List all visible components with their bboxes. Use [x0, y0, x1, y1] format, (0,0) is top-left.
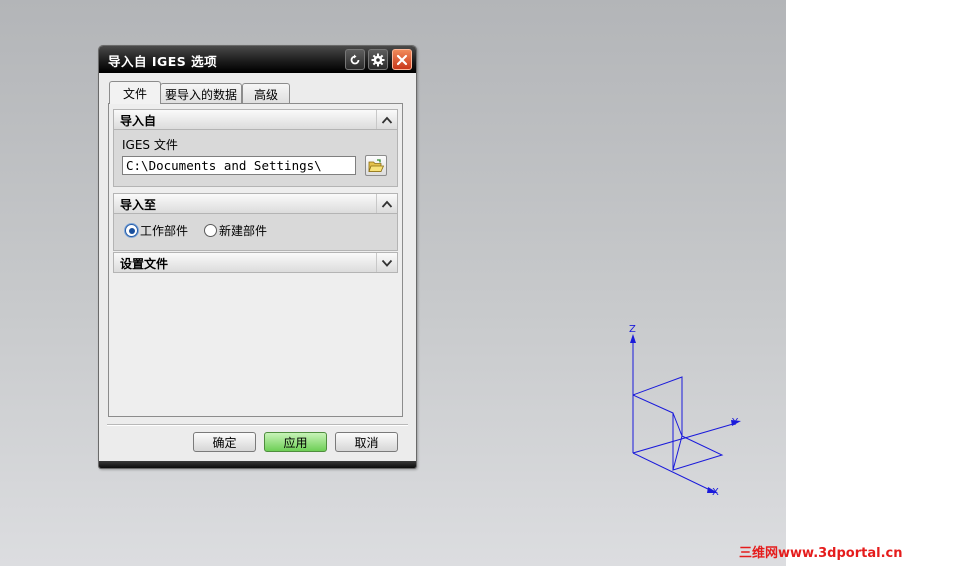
close-button[interactable]: [392, 49, 412, 70]
radio-new-part[interactable]: 新建部件: [204, 222, 267, 239]
chevron-up-icon: [381, 200, 393, 208]
tab-data-label: 要导入的数据: [164, 87, 237, 102]
y-axis-label: Y: [731, 417, 739, 428]
radio-work-part-button[interactable]: [125, 224, 138, 237]
settings-file-title: 设置文件: [120, 257, 169, 271]
collapse-import-from[interactable]: [376, 110, 397, 129]
import-to-title: 导入至: [120, 198, 157, 212]
reset-icon: [350, 54, 360, 64]
chevron-down-icon: [381, 259, 393, 267]
reset-button[interactable]: [345, 49, 365, 70]
tab-advanced[interactable]: 高级: [242, 83, 290, 104]
tab-data-to-import[interactable]: 要导入的数据: [160, 83, 242, 104]
ok-button[interactable]: 确定: [193, 432, 256, 452]
radio-new-part-button[interactable]: [204, 224, 217, 237]
collapse-import-to[interactable]: [376, 194, 397, 213]
radio-work-part-label: 工作部件: [140, 224, 189, 238]
file-tab-panel: 导入自 IGES 文件 C:\Documents and Settings\ 导…: [108, 103, 403, 417]
dialog-title: 导入自 IGES 选项: [108, 54, 218, 69]
import-from-title: 导入自: [120, 114, 157, 128]
radio-work-part[interactable]: 工作部件: [125, 222, 188, 239]
iges-file-path-input[interactable]: C:\Documents and Settings\: [122, 156, 356, 175]
import-iges-dialog: 导入自 IGES 选项 文件 要导入的数据 高级 导入自 IGES 文件 C:\…: [98, 45, 417, 469]
gear-icon: [371, 53, 385, 66]
settings-button[interactable]: [368, 49, 388, 70]
open-folder-icon: [368, 158, 384, 172]
radio-new-part-label: 新建部件: [219, 224, 268, 238]
iges-file-label: IGES 文件: [122, 138, 178, 152]
tab-file[interactable]: 文件: [109, 81, 161, 104]
settings-file-header[interactable]: 设置文件: [113, 252, 398, 273]
import-from-body: IGES 文件 C:\Documents and Settings\: [113, 130, 398, 187]
import-to-header[interactable]: 导入至: [113, 193, 398, 214]
import-from-header[interactable]: 导入自: [113, 109, 398, 130]
chevron-up-icon: [381, 116, 393, 124]
wcs-axis-triad: Z Y X: [629, 324, 741, 498]
z-axis-label: Z: [629, 324, 636, 335]
import-to-body: 工作部件 新建部件: [113, 214, 398, 251]
button-separator: [107, 424, 408, 426]
expand-settings-file[interactable]: [376, 253, 397, 272]
watermark: 三维网www.3dportal.cn: [739, 546, 903, 561]
tab-file-label: 文件: [122, 86, 147, 101]
browse-button[interactable]: [365, 155, 387, 176]
blank-right-area: [786, 0, 960, 566]
cancel-button[interactable]: 取消: [335, 432, 398, 452]
dialog-titlebar[interactable]: 导入自 IGES 选项: [99, 46, 416, 73]
close-icon: [396, 54, 408, 65]
tab-advanced-label: 高级: [253, 87, 278, 102]
x-axis-label: X: [712, 487, 719, 498]
dialog-bottom-bar: [99, 461, 416, 468]
apply-button[interactable]: 应用: [264, 432, 327, 452]
